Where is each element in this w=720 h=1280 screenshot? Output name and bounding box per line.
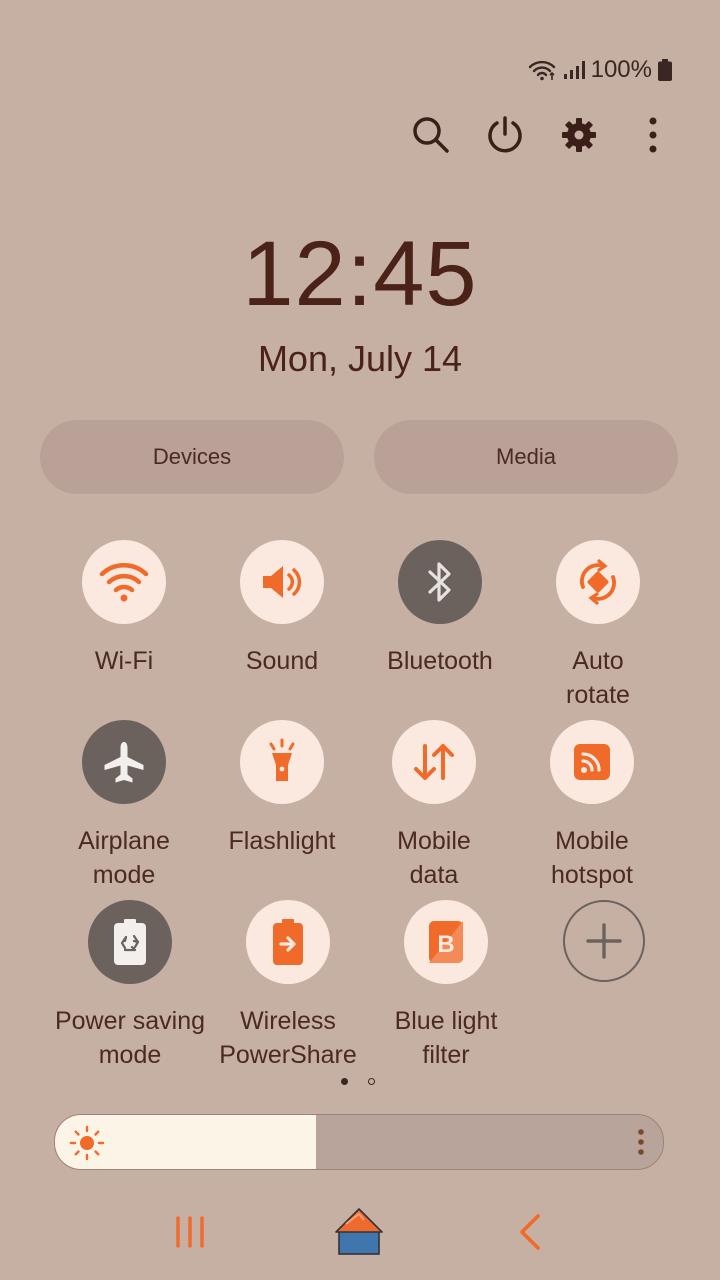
tile-bluetooth[interactable]: Bluetooth (360, 540, 520, 678)
back-button[interactable] (514, 1212, 546, 1257)
navigation-bar (0, 1200, 720, 1264)
brightness-slider[interactable] (54, 1114, 664, 1170)
status-bar: 100% (527, 56, 672, 84)
tile-power-saving-label: Power saving mode (54, 1007, 206, 1069)
settings-button[interactable] (556, 112, 602, 158)
tile-airplane-mode[interactable]: Airplane mode (44, 720, 204, 892)
tile-flashlight[interactable]: Flashlight (202, 720, 362, 858)
tile-power-saving[interactable]: Power saving mode (50, 900, 210, 1072)
auto-rotate-icon (580, 559, 616, 605)
media-button[interactable]: Media (374, 420, 678, 494)
tile-hotspot-label: Mobile hotspot (550, 827, 633, 889)
tile-hotspot-toggle[interactable] (550, 720, 634, 804)
power-button[interactable] (482, 112, 528, 158)
tile-mobile-data-label: Mobile data (397, 827, 471, 889)
signal-icon (563, 60, 585, 80)
tile-wireless-powershare[interactable]: Wireless PowerShare (208, 900, 368, 1072)
tile-wifi-toggle[interactable] (82, 540, 166, 624)
tile-mobile-data[interactable]: Mobile data (354, 720, 514, 892)
add-icon (586, 923, 622, 959)
page-dot-1[interactable] (341, 1078, 348, 1085)
tile-auto-rotate-label: Auto rotate (566, 647, 630, 709)
tile-mobile-data-toggle[interactable] (392, 720, 476, 804)
speaker-icon (263, 566, 302, 598)
sun-icon (69, 1125, 105, 1161)
tile-blue-light-filter[interactable]: B Blue light filter (366, 900, 526, 1072)
bluetooth-icon (428, 562, 451, 602)
tile-airplane-label: Airplane mode (78, 827, 170, 889)
blue-light-filter-icon: B (429, 921, 463, 963)
tile-airplane-toggle[interactable] (82, 720, 166, 804)
tile-auto-rotate[interactable]: Auto rotate (518, 540, 678, 712)
tile-wifi[interactable]: Wi-Fi (44, 540, 204, 678)
tile-flashlight-label: Flashlight (228, 827, 336, 855)
recent-apps-icon (176, 1216, 204, 1248)
home-button[interactable] (334, 1206, 384, 1263)
tile-bluetooth-label: Bluetooth (387, 647, 493, 675)
airplane-icon (104, 742, 144, 783)
tile-powershare-label: Wireless PowerShare (219, 1007, 357, 1069)
more-vertical-icon (649, 117, 657, 153)
hotspot-icon (574, 744, 610, 780)
wifi-status-icon (527, 59, 557, 81)
more-options-button[interactable] (630, 112, 676, 158)
tile-mobile-hotspot[interactable]: Mobile hotspot (512, 720, 672, 892)
tile-power-saving-toggle[interactable] (88, 900, 172, 984)
power-saving-icon (114, 919, 146, 965)
clock-date[interactable]: Mon, July 14 (0, 338, 720, 380)
tile-powershare-toggle[interactable] (246, 900, 330, 984)
power-icon (488, 116, 522, 153)
gear-icon (562, 118, 596, 152)
recent-apps-button[interactable] (170, 1214, 210, 1255)
home-icon (335, 1208, 383, 1255)
battery-percent: 100% (590, 56, 652, 83)
quick-panel: 100% 12:45 Mon, July 14 Devices Media Wi… (0, 0, 720, 1280)
page-indicator (341, 1078, 375, 1085)
tile-auto-rotate-toggle[interactable] (556, 540, 640, 624)
wifi-icon (99, 563, 149, 602)
tile-add[interactable] (524, 900, 684, 982)
page-dot-2[interactable] (368, 1078, 375, 1085)
tile-flashlight-toggle[interactable] (240, 720, 324, 804)
mobile-data-icon (414, 744, 454, 780)
tile-sound[interactable]: Sound (202, 540, 362, 678)
tile-blue-light-label: Blue light filter (394, 1007, 498, 1069)
back-icon (520, 1214, 540, 1250)
tile-bluetooth-toggle[interactable] (398, 540, 482, 624)
search-icon (413, 117, 449, 153)
tile-blue-light-toggle[interactable]: B (404, 900, 488, 984)
tile-sound-toggle[interactable] (240, 540, 324, 624)
search-button[interactable] (408, 112, 454, 158)
devices-button[interactable]: Devices (40, 420, 344, 494)
tile-sound-label: Sound (245, 647, 319, 675)
svg-text:B: B (437, 931, 454, 958)
battery-icon (658, 59, 672, 81)
clock-time[interactable]: 12:45 (0, 222, 720, 327)
brightness-options-icon[interactable] (637, 1129, 645, 1155)
panel-toolbar (408, 112, 676, 158)
add-tile-button[interactable] (563, 900, 645, 982)
flashlight-icon (269, 738, 295, 781)
tile-wifi-label: Wi-Fi (94, 647, 154, 675)
wireless-powershare-icon (273, 919, 303, 965)
